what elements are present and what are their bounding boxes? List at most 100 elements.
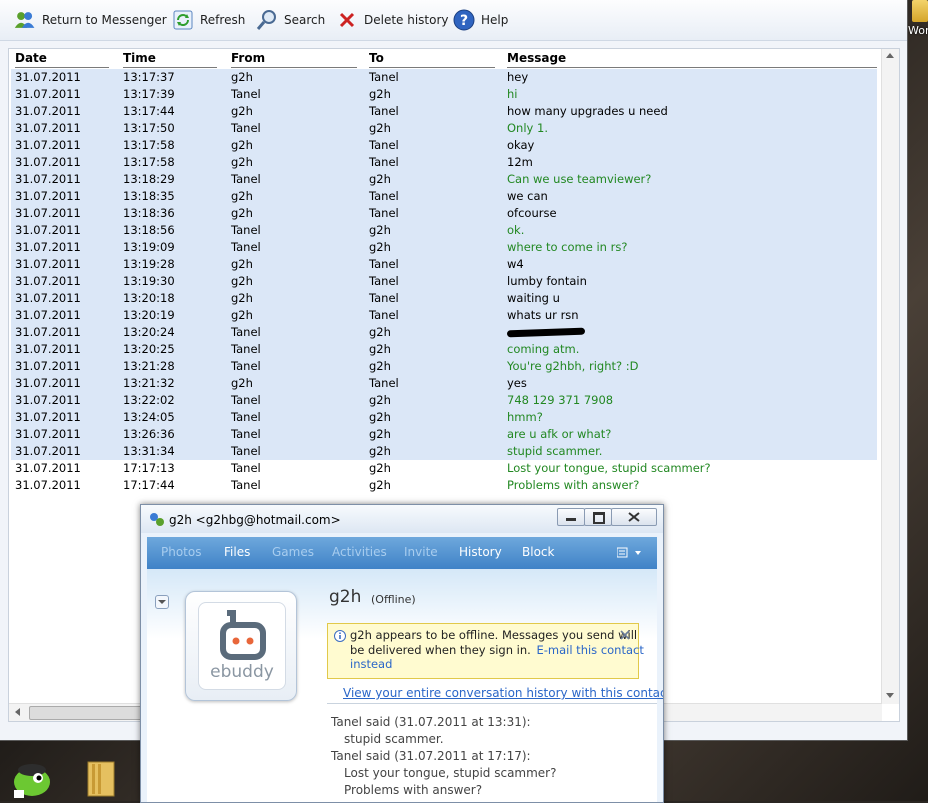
return-to-messenger-button[interactable]: Return to Messenger <box>14 8 167 32</box>
cell-time: 13:18:35 <box>123 189 175 203</box>
return-to-messenger-label: Return to Messenger <box>42 13 167 27</box>
scroll-left-arrow-icon[interactable] <box>15 708 20 716</box>
table-row[interactable]: 31.07.2011 13:17:50 Tanel g2h Only 1. <box>11 120 877 137</box>
cell-to: g2h <box>369 478 391 492</box>
cell-date: 31.07.2011 <box>15 223 81 237</box>
cell-date: 31.07.2011 <box>15 359 81 373</box>
cell-to: g2h <box>369 427 391 441</box>
scroll-down-arrow-icon[interactable] <box>886 693 894 698</box>
table-row[interactable]: 31.07.2011 13:21:32 g2h Tanel yes <box>11 375 877 392</box>
column-header-from[interactable]: From <box>231 51 357 68</box>
table-row[interactable]: 31.07.2011 13:17:37 g2h Tanel hey <box>11 69 877 86</box>
tab-invite[interactable]: Invite <box>404 545 438 559</box>
cell-from: Tanel <box>231 223 261 237</box>
info-icon <box>334 630 346 645</box>
column-header-date[interactable]: Date <box>15 51 109 68</box>
message-line: Problems with answer? <box>344 783 483 797</box>
cell-message: Problems with answer? <box>507 478 640 492</box>
desktop-folder-icon[interactable] <box>912 0 928 22</box>
table-row[interactable]: 31.07.2011 13:18:36 g2h Tanel ofcourse <box>11 205 877 222</box>
table-row[interactable]: 31.07.2011 13:18:35 g2h Tanel we can <box>11 188 877 205</box>
table-row[interactable]: 31.07.2011 13:17:58 g2h Tanel 12m <box>11 154 877 171</box>
history-divider <box>327 703 657 704</box>
cell-time: 13:20:24 <box>123 325 175 339</box>
close-button[interactable] <box>611 508 657 526</box>
maximize-button[interactable] <box>584 508 612 526</box>
cell-message: ofcourse <box>507 206 557 220</box>
history-toolbar: Return to Messenger Refresh Search Delet… <box>0 0 907 41</box>
minimize-button[interactable] <box>557 508 585 526</box>
cell-date: 31.07.2011 <box>15 87 81 101</box>
column-header-message[interactable]: Message <box>507 51 877 68</box>
table-row[interactable]: 31.07.2011 13:20:19 g2h Tanel whats ur rsn <box>11 307 877 324</box>
table-row[interactable]: 31.07.2011 17:17:13 Tanel g2h Lost your tong… <box>11 460 877 477</box>
cell-time: 13:17:39 <box>123 87 175 101</box>
bird-app-icon[interactable] <box>10 758 54 798</box>
cell-message: whats ur rsn <box>507 308 579 322</box>
table-row[interactable]: 31.07.2011 13:20:25 Tanel g2h coming atm. <box>11 341 877 358</box>
chat-title-bar[interactable]: g2h <g2hbg@hotmail.com> <box>141 505 663 533</box>
scroll-up-arrow-icon[interactable] <box>886 53 894 58</box>
cell-from: Tanel <box>231 444 261 458</box>
cell-from: Tanel <box>231 342 261 356</box>
table-row[interactable]: 31.07.2011 13:18:56 Tanel g2h ok. <box>11 222 877 239</box>
table-row[interactable]: 31.07.2011 13:17:58 g2h Tanel okay <box>11 137 877 154</box>
cell-time: 13:26:36 <box>123 427 175 441</box>
cell-time: 13:17:50 <box>123 121 175 135</box>
table-row[interactable]: 31.07.2011 13:24:05 Tanel g2h hmm? <box>11 409 877 426</box>
cell-message: w4 <box>507 257 524 271</box>
dismiss-notice-icon[interactable] <box>620 629 630 643</box>
table-row[interactable]: 31.07.2011 13:17:44 g2h Tanel how many upgra… <box>11 103 877 120</box>
tab-history[interactable]: History <box>459 545 502 559</box>
table-row[interactable]: 31.07.2011 13:21:28 Tanel g2h You're g2hbh, … <box>11 358 877 375</box>
cell-message: are u afk or what? <box>507 427 612 441</box>
tab-games[interactable]: Games <box>272 545 314 559</box>
table-row[interactable]: 31.07.2011 13:17:39 Tanel g2h hi <box>11 86 877 103</box>
cell-date: 31.07.2011 <box>15 444 81 458</box>
cell-to: g2h <box>369 461 391 475</box>
table-row[interactable]: 31.07.2011 13:19:28 g2h Tanel w4 <box>11 256 877 273</box>
table-row[interactable]: 31.07.2011 17:17:44 Tanel g2h Problems with … <box>11 477 877 494</box>
collapse-toggle-icon[interactable] <box>155 595 169 609</box>
cell-message: lumby fontain <box>507 274 587 288</box>
search-button[interactable]: Search <box>256 8 325 32</box>
delete-history-button[interactable]: Delete history <box>336 8 449 32</box>
tab-files[interactable]: Files <box>224 545 250 559</box>
chat-body: ebuddy g2h (Offline) g2h appears to be o… <box>147 569 663 802</box>
folder-app-icon[interactable] <box>86 758 116 798</box>
vertical-scrollbar[interactable] <box>881 49 899 704</box>
column-header-to[interactable]: To <box>369 51 495 68</box>
table-row[interactable]: 31.07.2011 13:22:02 Tanel g2h 748 129 371 79… <box>11 392 877 409</box>
cell-date: 31.07.2011 <box>15 427 81 441</box>
email-contact-link-2[interactable]: instead <box>350 657 392 671</box>
table-row[interactable]: 31.07.2011 13:19:09 Tanel g2h where to come … <box>11 239 877 256</box>
column-header-time[interactable]: Time <box>123 51 217 68</box>
cell-date: 31.07.2011 <box>15 342 81 356</box>
cell-from: g2h <box>231 70 253 84</box>
cell-time: 13:18:36 <box>123 206 175 220</box>
messenger-icon <box>149 512 165 531</box>
table-row[interactable]: 31.07.2011 13:19:30 g2h Tanel lumby fontain <box>11 273 877 290</box>
table-row[interactable]: 31.07.2011 13:20:24 Tanel g2h <box>11 324 877 341</box>
offline-notice-text-1: g2h appears to be offline. Messages you … <box>350 628 638 642</box>
help-button[interactable]: ? Help <box>453 8 508 32</box>
email-contact-link[interactable]: E-mail this contact <box>536 643 643 657</box>
tab-activities[interactable]: Activities <box>332 545 387 559</box>
cell-from: Tanel <box>231 359 261 373</box>
history-link[interactable]: View your entire conversation history wi… <box>343 686 663 700</box>
table-row[interactable]: 31.07.2011 13:26:36 Tanel g2h are u afk or w… <box>11 426 877 443</box>
scroll-thumb[interactable] <box>29 706 151 720</box>
contact-avatar[interactable]: ebuddy <box>185 591 297 701</box>
table-row[interactable]: 31.07.2011 13:20:18 g2h Tanel waiting u <box>11 290 877 307</box>
cell-to: g2h <box>369 87 391 101</box>
search-label: Search <box>284 13 326 27</box>
cell-to: g2h <box>369 240 391 254</box>
menu-dropdown-icon[interactable] <box>616 547 643 562</box>
redaction-mark <box>506 327 586 338</box>
table-row[interactable]: 31.07.2011 13:18:29 Tanel g2h Can we use tea… <box>11 171 877 188</box>
tab-photos[interactable]: Photos <box>161 545 201 559</box>
tab-block[interactable]: Block <box>522 545 554 559</box>
table-row[interactable]: 31.07.2011 13:31:34 Tanel g2h stupid scammer… <box>11 443 877 460</box>
cell-to: g2h <box>369 172 391 186</box>
refresh-button[interactable]: Refresh <box>172 8 245 32</box>
